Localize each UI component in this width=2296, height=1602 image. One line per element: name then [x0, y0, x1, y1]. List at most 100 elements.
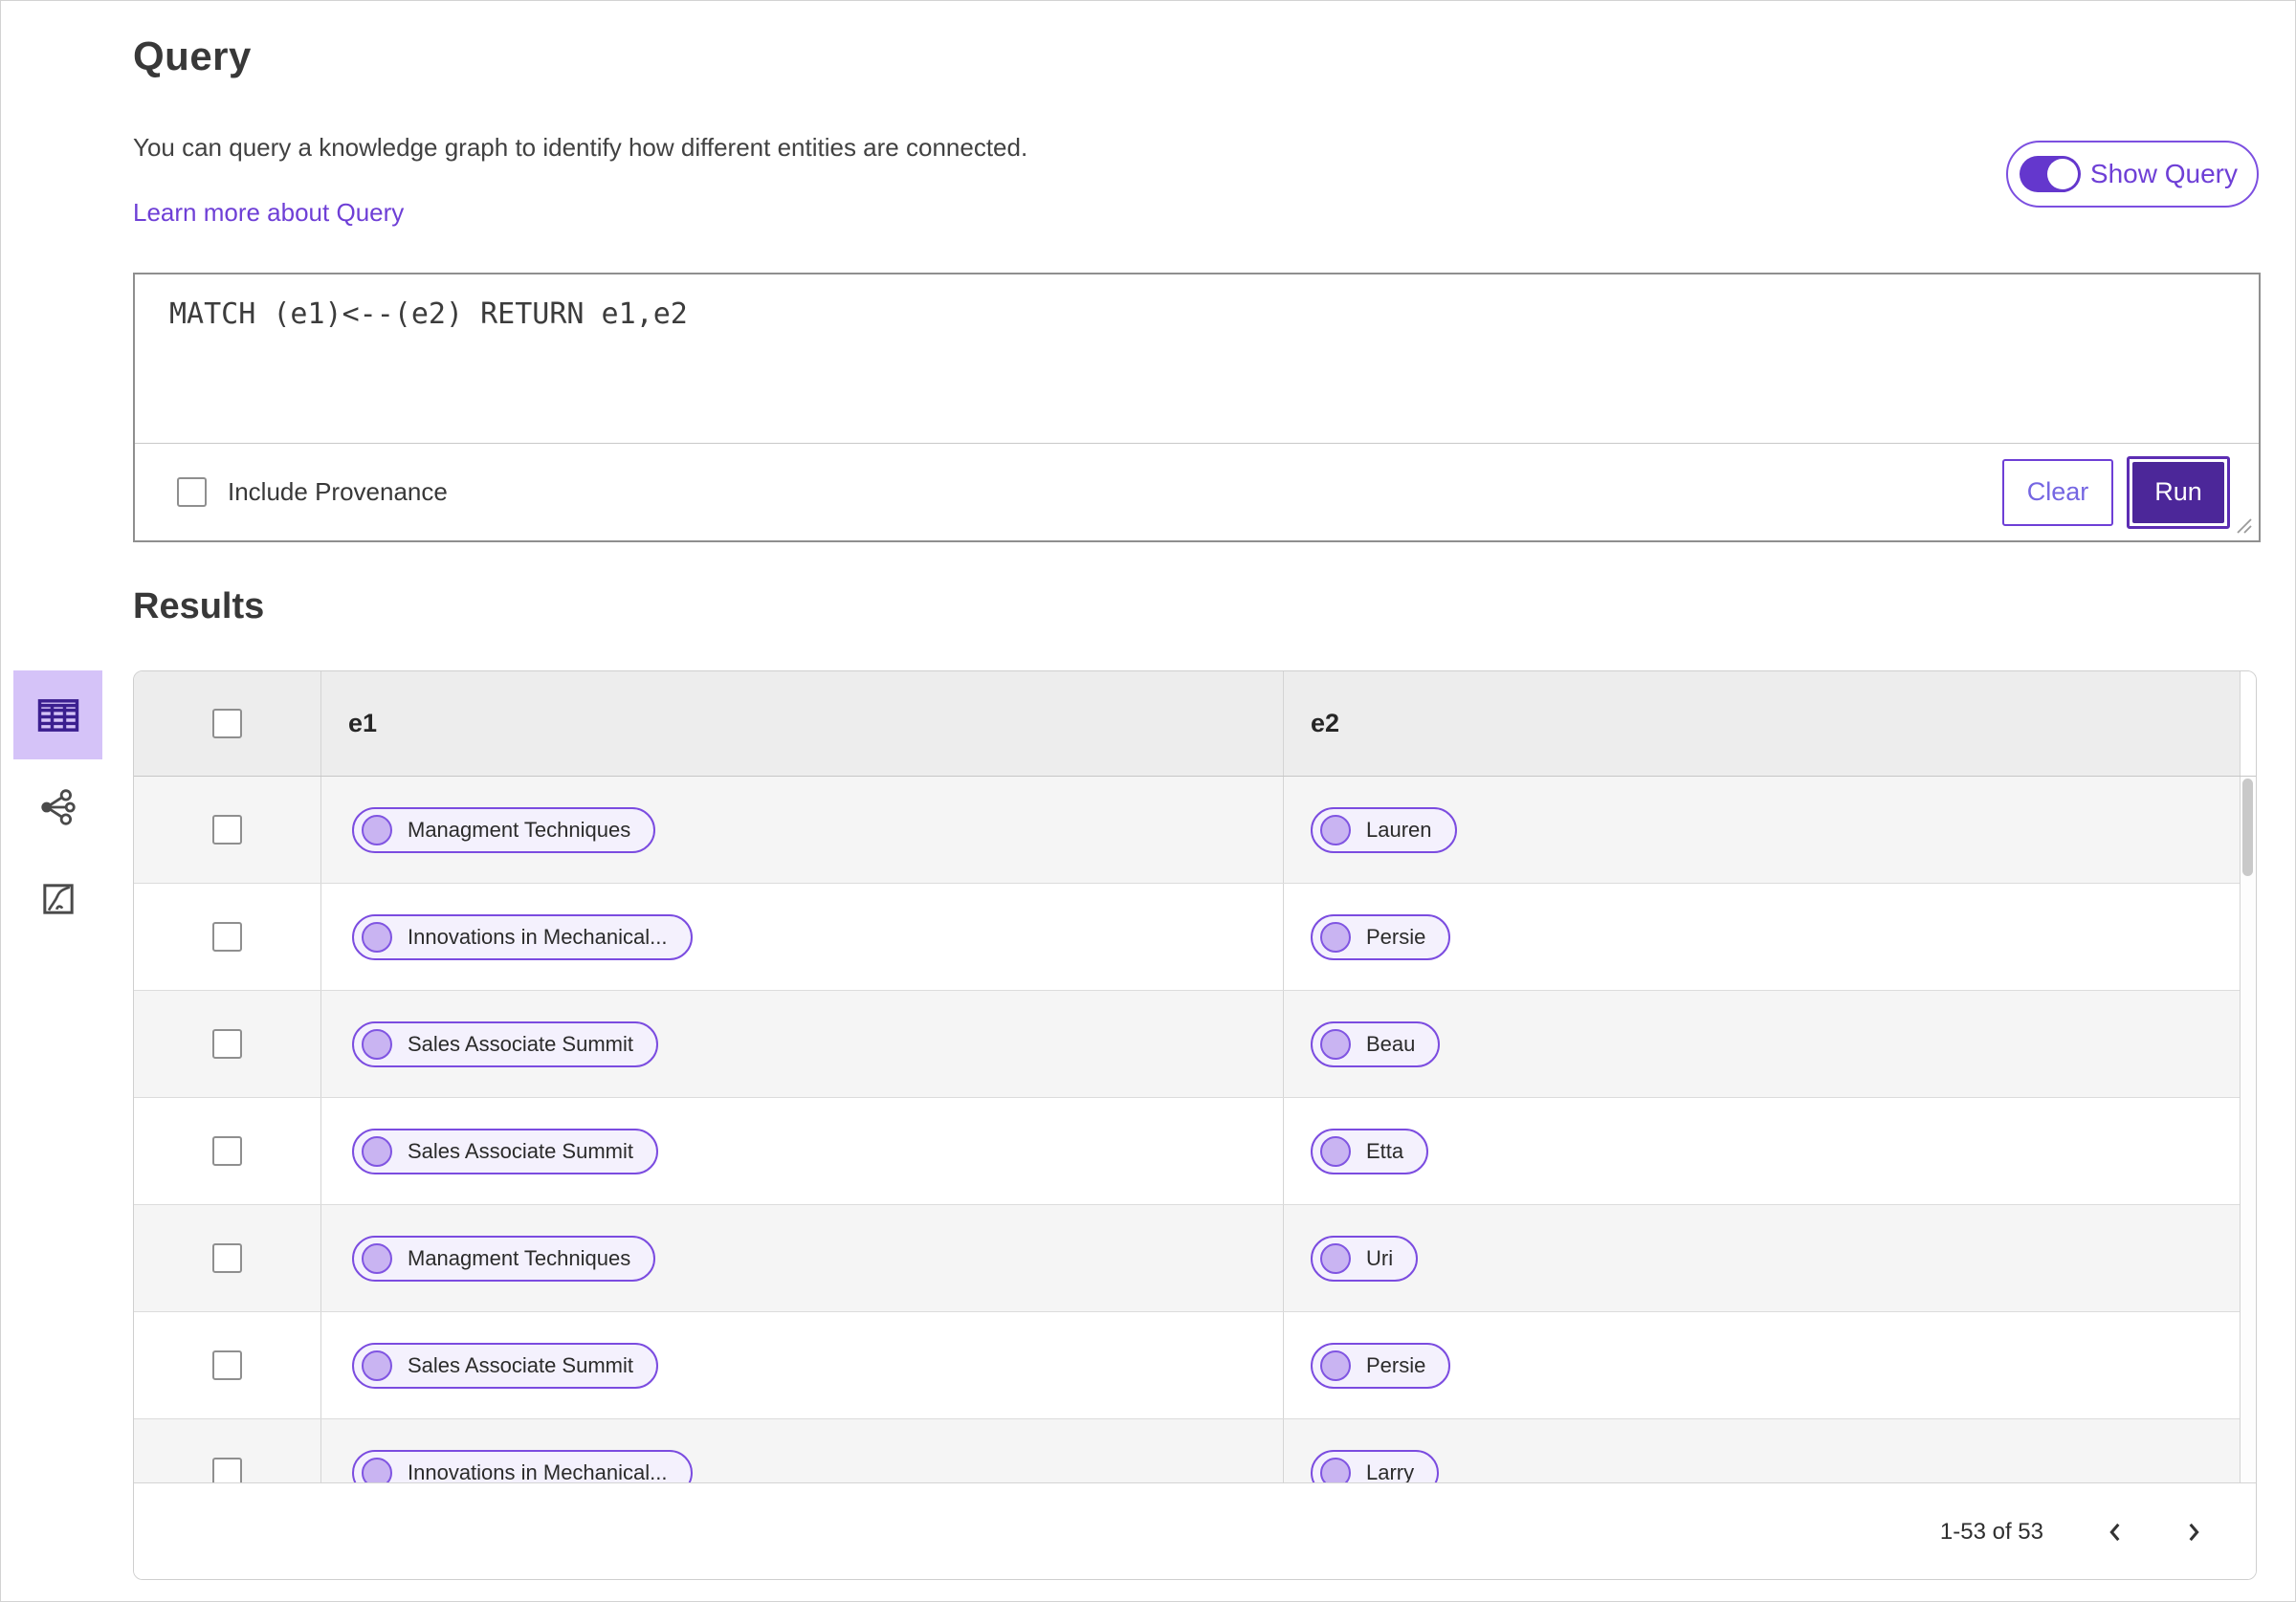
graph-view-button[interactable]	[13, 762, 102, 851]
cell-e2: Beau	[1284, 991, 2240, 1097]
expand-view-button[interactable]	[13, 854, 102, 943]
pagination-range-label: 1-53 of 53	[1939, 1518, 2043, 1545]
entity-pill[interactable]: Etta	[1311, 1128, 1429, 1174]
cell-e1: Innovations in Mechanical...	[321, 1419, 1284, 1482]
table-row: Sales Associate Summit Beau	[134, 991, 2240, 1098]
cell-e1: Sales Associate Summit	[321, 1312, 1284, 1418]
entity-label: Innovations in Mechanical...	[408, 924, 668, 949]
entity-pill[interactable]: Persie	[1311, 913, 1451, 960]
entity-pill[interactable]: Lauren	[1311, 806, 1457, 853]
cell-e2: Lauren	[1284, 777, 2240, 883]
next-page-button[interactable]	[2170, 1509, 2216, 1555]
entity-pill[interactable]: Managment Techniques	[352, 1235, 656, 1282]
header-checkbox-cell	[134, 671, 321, 776]
table-row: Managment Techniques Lauren	[134, 777, 2240, 884]
entity-label: Managment Techniques	[408, 817, 631, 842]
page-title: Query	[133, 33, 252, 78]
column-header-e2: e2	[1311, 709, 1340, 737]
toggle-on-icon[interactable]	[2019, 156, 2081, 192]
resize-handle-icon[interactable]	[2233, 515, 2254, 536]
entity-node-icon	[1320, 1457, 1351, 1482]
cell-e1: Managment Techniques	[321, 1205, 1284, 1311]
row-checkbox[interactable]	[212, 922, 242, 952]
cell-e1: Sales Associate Summit	[321, 1098, 1284, 1204]
entity-label: Persie	[1366, 924, 1426, 949]
entity-pill[interactable]: Innovations in Mechanical...	[352, 913, 693, 960]
entity-node-icon	[362, 921, 392, 953]
column-header-e1: e1	[321, 671, 1284, 776]
row-checkbox[interactable]	[212, 1136, 242, 1166]
entity-pill[interactable]: Managment Techniques	[352, 806, 656, 853]
entity-label: Beau	[1366, 1031, 1416, 1056]
entity-pill[interactable]: Sales Associate Summit	[352, 1342, 658, 1389]
entity-pill[interactable]: Persie	[1311, 1342, 1451, 1389]
include-provenance-label: Include Provenance	[228, 477, 448, 506]
select-all-checkbox[interactable]	[212, 709, 242, 738]
row-checkbox[interactable]	[212, 1458, 242, 1482]
run-button[interactable]: Run	[2132, 461, 2224, 523]
table-row: Sales Associate Summit Etta	[134, 1098, 2240, 1205]
entity-pill[interactable]: Beau	[1311, 1020, 1441, 1067]
vertical-scrollbar[interactable]	[2240, 777, 2256, 1482]
scrollbar-gutter	[2240, 671, 2256, 776]
entity-node-icon	[362, 1457, 392, 1482]
cell-e2: Larry	[1284, 1419, 2240, 1482]
row-checkbox-cell	[134, 991, 321, 1097]
cell-e2: Persie	[1284, 1312, 2240, 1418]
row-checkbox[interactable]	[212, 1243, 242, 1273]
results-title: Results	[133, 586, 265, 626]
learn-more-link[interactable]: Learn more about Query	[133, 198, 404, 228]
entity-label: Etta	[1366, 1138, 1404, 1163]
row-checkbox-cell	[134, 884, 321, 990]
entity-label: Lauren	[1366, 817, 1432, 842]
include-provenance-checkbox[interactable]	[177, 477, 207, 507]
entity-pill[interactable]: Sales Associate Summit	[352, 1020, 658, 1067]
cell-e2: Uri	[1284, 1205, 2240, 1311]
entity-node-icon	[1320, 1350, 1351, 1381]
entity-label: Managment Techniques	[408, 1245, 631, 1270]
row-checkbox-cell	[134, 1098, 321, 1204]
chevron-right-icon	[2189, 1523, 2199, 1541]
query-editor-box: MATCH (e1)<--(e2) RETURN e1,e2 Include P…	[133, 273, 2261, 542]
row-checkbox[interactable]	[212, 1029, 242, 1059]
results-table: e1 e2 Managment Techniques Lauren Innova…	[133, 670, 2257, 1580]
entity-node-icon	[362, 1242, 392, 1274]
cell-e1: Sales Associate Summit	[321, 991, 1284, 1097]
entity-node-icon	[362, 1028, 392, 1060]
table-view-button[interactable]	[13, 670, 102, 759]
table-row: Innovations in Mechanical... Persie	[134, 884, 2240, 991]
entity-label: Innovations in Mechanical...	[408, 1459, 668, 1483]
graph-view-icon	[40, 788, 76, 825]
clear-button[interactable]: Clear	[2002, 458, 2113, 526]
previous-page-button[interactable]	[2093, 1509, 2139, 1555]
show-query-toggle[interactable]: Show Query	[2005, 141, 2259, 208]
toggle-knob	[2046, 159, 2078, 189]
entity-pill[interactable]: Larry	[1311, 1449, 1440, 1482]
query-description: You can query a knowledge graph to ident…	[133, 133, 1028, 162]
entity-node-icon	[1320, 1028, 1351, 1060]
table-row: Sales Associate Summit Persie	[134, 1312, 2240, 1419]
query-input[interactable]: MATCH (e1)<--(e2) RETURN e1,e2	[135, 274, 2259, 443]
query-panel: Query You can query a knowledge graph to…	[0, 0, 2296, 1602]
entity-pill[interactable]: Innovations in Mechanical...	[352, 1449, 693, 1483]
entity-label: Sales Associate Summit	[408, 1031, 633, 1056]
pagination-bar: 1-53 of 53	[134, 1482, 2256, 1579]
scrollbar-thumb[interactable]	[2242, 779, 2253, 876]
table-row: Innovations in Mechanical... Larry	[134, 1419, 2240, 1482]
include-provenance-field[interactable]: Include Provenance	[177, 477, 448, 507]
row-checkbox-cell	[134, 777, 321, 883]
entity-node-icon	[1320, 814, 1351, 845]
entity-node-icon	[362, 1350, 392, 1381]
row-checkbox[interactable]	[212, 815, 242, 845]
entity-node-icon	[1320, 921, 1351, 953]
row-checkbox[interactable]	[212, 1350, 242, 1380]
row-checkbox-cell	[134, 1419, 321, 1482]
table-view-icon	[37, 698, 78, 732]
entity-pill[interactable]: Uri	[1311, 1235, 1419, 1282]
results-table-body: Managment Techniques Lauren Innovations …	[134, 777, 2256, 1482]
cell-e2: Etta	[1284, 1098, 2240, 1204]
entity-pill[interactable]: Sales Associate Summit	[352, 1128, 658, 1174]
entity-label: Uri	[1366, 1245, 1394, 1270]
cell-e1: Innovations in Mechanical...	[321, 884, 1284, 990]
cell-e1: Managment Techniques	[321, 777, 1284, 883]
